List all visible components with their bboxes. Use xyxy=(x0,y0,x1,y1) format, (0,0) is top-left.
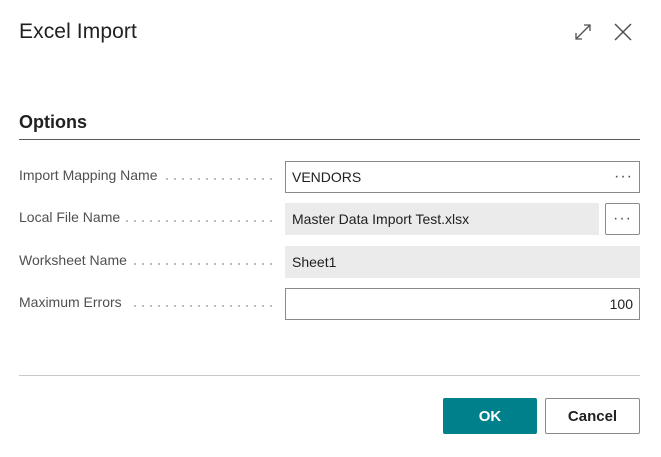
field-label: Maximum Errors xyxy=(19,294,128,310)
ok-button[interactable]: OK xyxy=(443,398,537,434)
field-local-file-name: Local File Name Master Data Import Test.… xyxy=(19,203,640,235)
expand-icon[interactable] xyxy=(571,18,595,46)
field-label: Worksheet Name xyxy=(19,252,133,268)
footer-divider xyxy=(19,375,640,376)
ellipsis-icon: ··· xyxy=(613,210,632,227)
field-label: Local File Name xyxy=(19,209,127,225)
field-value: Sheet1 xyxy=(292,254,337,270)
field-value: VENDORS xyxy=(292,169,362,185)
field-worksheet-name: Worksheet Name Sheet1 xyxy=(19,246,640,278)
close-icon[interactable] xyxy=(611,18,635,46)
dialog-title: Excel Import xyxy=(19,20,137,43)
window-actions xyxy=(571,18,635,46)
browse-file-button[interactable]: ··· xyxy=(605,203,640,235)
field-value: 100 xyxy=(609,296,633,312)
field-maximum-errors: Maximum Errors 100 xyxy=(19,288,640,320)
import-mapping-name-input[interactable]: VENDORS ··· xyxy=(285,161,640,193)
field-value: Master Data Import Test.xlsx xyxy=(292,211,470,227)
field-import-mapping-name: Import Mapping Name VENDORS ··· xyxy=(19,161,640,193)
local-file-name-field: Master Data Import Test.xlsx xyxy=(285,203,599,235)
ellipsis-icon[interactable]: ··· xyxy=(608,169,633,185)
excel-import-dialog: Excel Import Options Import Mapping Name… xyxy=(0,0,661,457)
worksheet-name-field: Sheet1 xyxy=(285,246,640,278)
field-label: Import Mapping Name xyxy=(19,167,164,183)
maximum-errors-input[interactable]: 100 xyxy=(285,288,640,320)
section-divider xyxy=(19,139,640,140)
options-section-title: Options xyxy=(19,112,87,132)
cancel-button[interactable]: Cancel xyxy=(545,398,640,434)
